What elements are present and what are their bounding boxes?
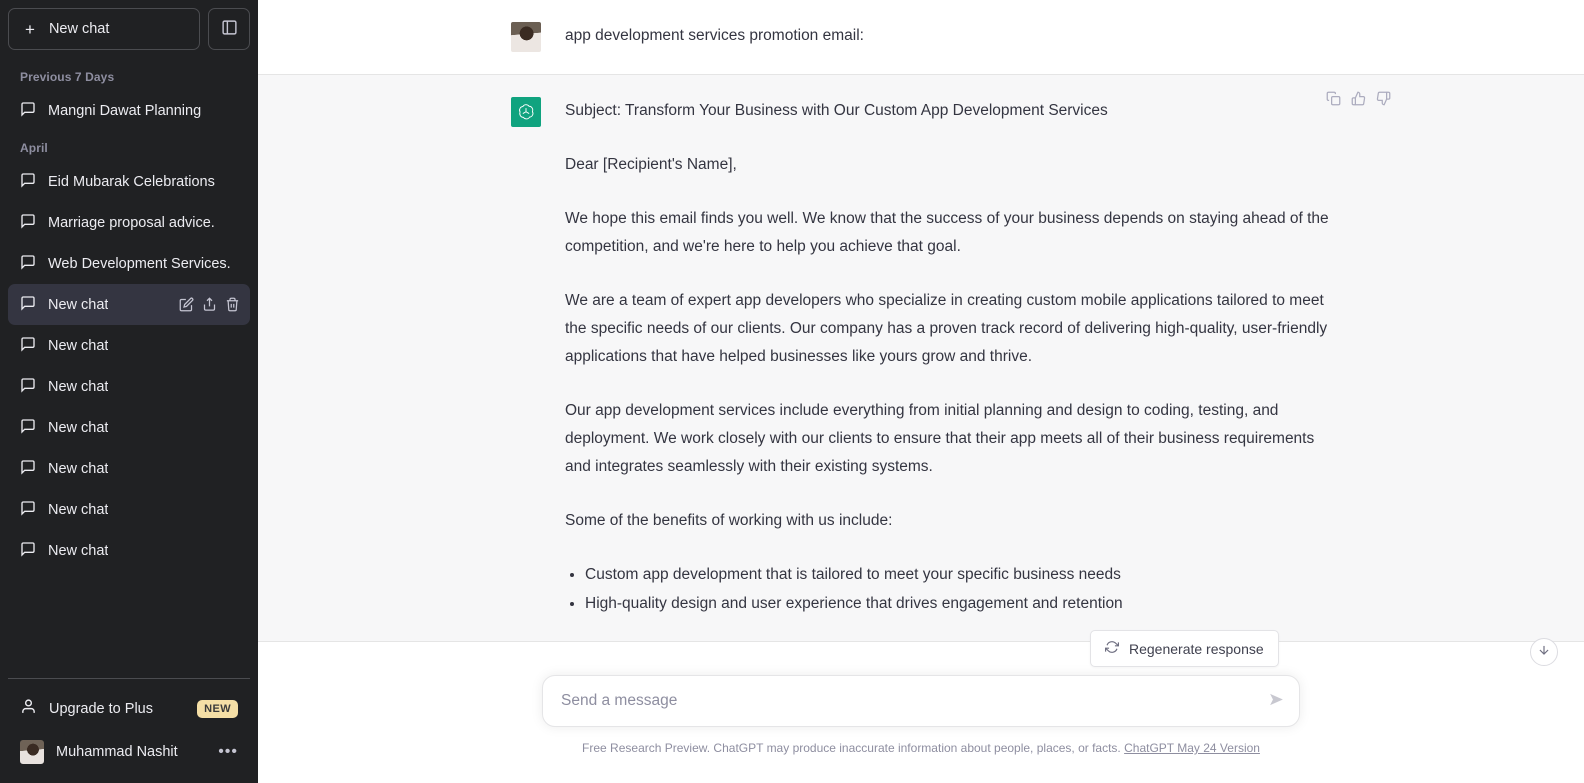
- chat-bubble-icon: [20, 295, 36, 315]
- chat-item-label: Marriage proposal advice.: [48, 215, 215, 231]
- footer-disclaimer: Free Research Preview. ChatGPT may produ…: [582, 741, 1260, 755]
- chat-history-list[interactable]: Previous 7 Days Mangni Dawat Planning Ap…: [8, 60, 250, 678]
- chat-bubble-icon: [20, 418, 36, 438]
- chat-item-new-chat-active[interactable]: New chat: [8, 284, 250, 325]
- new-chat-label: New chat: [49, 21, 109, 37]
- chat-item-label: New chat: [48, 379, 108, 395]
- send-button[interactable]: [1268, 691, 1285, 711]
- list-item: Custom app development that is tailored …: [585, 561, 1331, 589]
- footer-note-text: Free Research Preview. ChatGPT may produ…: [582, 741, 1121, 755]
- chat-item-actions: [179, 297, 240, 312]
- chat-bubble-icon: [20, 213, 36, 233]
- refresh-icon: [1105, 640, 1119, 657]
- chat-item-new-chat-2[interactable]: New chat: [8, 366, 250, 407]
- chatgpt-app: + New chat Previous 7 Days: [0, 0, 1584, 783]
- composer-area: Free Research Preview. ChatGPT may produ…: [258, 663, 1584, 783]
- chat-item-label: Web Development Services.: [48, 256, 231, 272]
- new-chat-button[interactable]: + New chat: [8, 8, 200, 50]
- chat-main: app development services promotion email…: [258, 0, 1584, 783]
- chat-item-eid-mubarak-celebrations[interactable]: Eid Mubarak Celebrations: [8, 161, 250, 202]
- chat-bubble-icon: [20, 459, 36, 479]
- regenerate-label: Regenerate response: [1129, 641, 1264, 657]
- chat-bubble-icon: [20, 541, 36, 561]
- thumbs-down-icon[interactable]: [1376, 91, 1391, 106]
- avatar: [511, 22, 541, 52]
- assistant-message-body: Subject: Transform Your Business with Ou…: [565, 97, 1331, 619]
- chat-item-mangni-dawat-planning[interactable]: Mangni Dawat Planning: [8, 90, 250, 131]
- chat-item-label: Eid Mubarak Celebrations: [48, 174, 215, 190]
- user-person-icon: [20, 698, 37, 719]
- share-icon[interactable]: [202, 297, 217, 312]
- edit-icon[interactable]: [179, 297, 194, 312]
- chat-item-new-chat-4[interactable]: New chat: [8, 448, 250, 489]
- more-options-icon[interactable]: •••: [218, 744, 238, 760]
- upgrade-label: Upgrade to Plus: [49, 701, 153, 717]
- openai-logo-icon: [511, 97, 541, 127]
- message-assistant: Subject: Transform Your Business with Ou…: [258, 74, 1584, 642]
- chat-item-new-chat-1[interactable]: New chat: [8, 325, 250, 366]
- chat-item-label: New chat: [48, 502, 108, 518]
- message-action-bar: [1326, 91, 1391, 106]
- chat-bubble-icon: [20, 172, 36, 192]
- chat-item-label: New chat: [48, 297, 108, 313]
- email-benefits-list: Custom app development that is tailored …: [565, 561, 1331, 618]
- section-label-previous-7-days: Previous 7 Days: [8, 60, 250, 90]
- chat-bubble-icon: [20, 377, 36, 397]
- message-user: app development services promotion email…: [258, 0, 1584, 74]
- list-item: High-quality design and user experience …: [585, 590, 1331, 618]
- chat-item-label: Mangni Dawat Planning: [48, 103, 201, 119]
- sidebar: + New chat Previous 7 Days: [0, 0, 258, 783]
- sidebar-top-bar: + New chat: [8, 8, 250, 50]
- email-paragraph-3: Our app development services include eve…: [565, 397, 1331, 481]
- sidebar-panel-icon: [221, 19, 238, 39]
- chat-item-new-chat-5[interactable]: New chat: [8, 489, 250, 530]
- message-composer[interactable]: [542, 675, 1300, 727]
- chat-bubble-icon: [20, 254, 36, 274]
- toggle-sidebar-button[interactable]: [208, 8, 250, 50]
- avatar: [20, 740, 44, 764]
- email-paragraph-2: We are a team of expert app developers w…: [565, 287, 1331, 371]
- copy-icon[interactable]: [1326, 91, 1341, 106]
- chat-item-label: New chat: [48, 338, 108, 354]
- email-benefits-intro: Some of the benefits of working with us …: [565, 507, 1331, 535]
- email-subject-line: Subject: Transform Your Business with Ou…: [565, 97, 1331, 125]
- chat-item-label: New chat: [48, 461, 108, 477]
- user-name-label: Muhammad Nashit: [56, 744, 178, 760]
- upgrade-to-plus-button[interactable]: Upgrade to Plus NEW: [8, 687, 250, 730]
- chat-item-marriage-proposal-advice[interactable]: Marriage proposal advice.: [8, 202, 250, 243]
- email-greeting: Dear [Recipient's Name],: [565, 151, 1331, 179]
- email-paragraph-1: We hope this email finds you well. We kn…: [565, 205, 1331, 261]
- search-input[interactable]: [543, 692, 1299, 710]
- sidebar-footer: Upgrade to Plus NEW Muhammad Nashit •••: [8, 678, 250, 783]
- regenerate-response-button[interactable]: Regenerate response: [1090, 630, 1279, 667]
- chat-bubble-icon: [20, 500, 36, 520]
- chat-item-label: New chat: [48, 543, 108, 559]
- chat-item-label: New chat: [48, 420, 108, 436]
- send-paper-plane-icon: [1268, 691, 1285, 711]
- chat-item-new-chat-3[interactable]: New chat: [8, 407, 250, 448]
- section-label-april: April: [8, 131, 250, 161]
- scroll-to-bottom-button[interactable]: [1530, 638, 1558, 666]
- chat-bubble-icon: [20, 336, 36, 356]
- thumbs-up-icon[interactable]: [1351, 91, 1366, 106]
- chat-item-new-chat-6[interactable]: New chat: [8, 530, 250, 571]
- plus-icon: +: [25, 21, 35, 38]
- user-message-text: app development services promotion email…: [565, 22, 1331, 52]
- delete-icon[interactable]: [225, 297, 240, 312]
- new-badge: NEW: [197, 700, 238, 718]
- chat-item-web-development-services[interactable]: Web Development Services.: [8, 243, 250, 284]
- user-account-button[interactable]: Muhammad Nashit •••: [8, 730, 250, 773]
- arrow-down-icon: [1537, 643, 1551, 662]
- chat-bubble-icon: [20, 101, 36, 121]
- version-link[interactable]: ChatGPT May 24 Version: [1124, 741, 1260, 755]
